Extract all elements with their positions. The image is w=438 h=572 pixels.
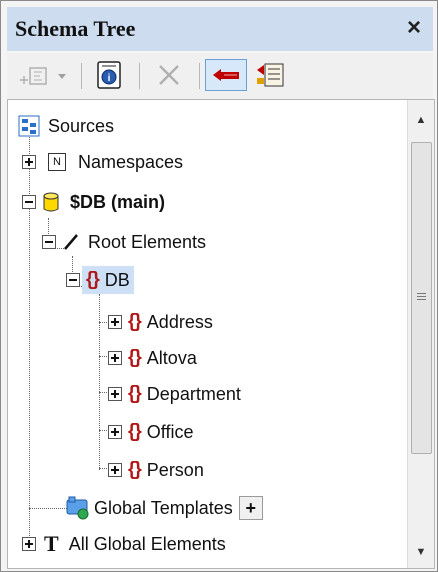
- add-global-template-button[interactable]: +: [238, 496, 263, 520]
- add-element-icon: [20, 67, 66, 85]
- expand-icon[interactable]: [108, 315, 122, 329]
- tree-item-altova[interactable]: {} Altova: [108, 342, 197, 374]
- tree-item-label: Office: [146, 421, 194, 442]
- tree-item-global-templates[interactable]: Global Templates +: [66, 492, 263, 524]
- remove-button[interactable]: [149, 59, 189, 91]
- global-templates-icon: [66, 496, 89, 520]
- scroll-thumb[interactable]: [411, 142, 432, 454]
- toolbar-separator: [199, 63, 200, 89]
- type-t-icon: T: [44, 531, 59, 556]
- tree-item-person[interactable]: {} Person: [108, 454, 204, 486]
- tree-item-label: $DB (main): [70, 191, 166, 212]
- toolbar-separator: [81, 63, 82, 89]
- toolbar-separator: [139, 63, 140, 89]
- tree-item-address[interactable]: {} Address: [108, 306, 213, 338]
- tree-item-label: All Global Elements: [68, 533, 226, 554]
- tree-item-label: Address: [146, 311, 213, 332]
- vertical-scrollbar[interactable]: ▲ ▼: [407, 100, 434, 568]
- tree-connector: [99, 294, 100, 470]
- tree-connector: [29, 508, 67, 509]
- collapse-icon[interactable]: [22, 195, 36, 209]
- chevron-down-icon: [58, 74, 66, 79]
- tree-item-sources[interactable]: Sources: [18, 110, 114, 142]
- sort-tree-button[interactable]: [205, 59, 247, 91]
- tree-item-root-elements[interactable]: Root Elements: [42, 226, 206, 258]
- tree-item-label: Namespaces: [78, 151, 184, 172]
- list-options-button[interactable]: [251, 59, 291, 91]
- tree-item-office[interactable]: {} Office: [108, 416, 193, 448]
- delete-icon: [159, 65, 179, 85]
- element-icon: {}: [128, 421, 142, 442]
- schema-tree: Sources N Namespaces $DB (main) Root Ele…: [7, 99, 435, 569]
- sort-icon: [213, 69, 239, 81]
- tree-item-label: Person: [146, 459, 204, 480]
- tree-item-all-global-elements[interactable]: T All Global Elements: [22, 528, 226, 560]
- add-element-dropdown[interactable]: [13, 59, 75, 91]
- element-icon: {}: [128, 383, 142, 404]
- scroll-down-arrow[interactable]: ▼: [408, 540, 434, 564]
- element-icon: {}: [86, 269, 100, 290]
- tree-item-db-main[interactable]: $DB (main): [22, 186, 165, 218]
- expand-icon[interactable]: [108, 463, 122, 477]
- panel-title: Schema Tree: [15, 16, 136, 41]
- tree-item-label: Global Templates: [94, 497, 233, 518]
- toolbar: i: [7, 53, 433, 99]
- expand-icon[interactable]: [108, 351, 122, 365]
- element-icon: {}: [128, 347, 142, 368]
- expand-icon[interactable]: [22, 537, 36, 551]
- scroll-up-arrow[interactable]: ▲: [408, 108, 434, 132]
- tree-item-department[interactable]: {} Department: [108, 378, 241, 410]
- tree-item-label: Sources: [48, 115, 115, 136]
- expand-icon[interactable]: [108, 387, 122, 401]
- schema-info-icon: i: [97, 61, 121, 89]
- selected-node: {} DB: [82, 266, 134, 294]
- root-slash-icon: [64, 234, 78, 250]
- tree-item-label: Department: [146, 383, 241, 404]
- sources-icon: [18, 115, 40, 137]
- collapse-icon[interactable]: [66, 273, 80, 287]
- tree-item-namespaces[interactable]: N Namespaces: [22, 146, 183, 178]
- tree-item-label: Altova: [146, 347, 197, 368]
- list-icon: [257, 63, 284, 87]
- element-icon: {}: [128, 459, 142, 480]
- tree-item-label: Root Elements: [88, 231, 207, 252]
- tree-item-label: DB: [104, 269, 130, 290]
- schema-tree-panel: Schema Tree × i Sources N Namespaces $DB…: [0, 0, 438, 572]
- title-bar: Schema Tree ×: [7, 7, 433, 51]
- expand-icon[interactable]: [108, 425, 122, 439]
- expand-icon[interactable]: [22, 155, 36, 169]
- element-icon: {}: [128, 311, 142, 332]
- tree-item-db[interactable]: {} DB: [66, 264, 134, 296]
- collapse-icon[interactable]: [42, 235, 56, 249]
- namespace-icon: N: [48, 153, 66, 171]
- database-icon: [43, 192, 59, 212]
- schema-info-button[interactable]: i: [89, 59, 129, 91]
- svg-text:i: i: [108, 73, 111, 84]
- close-button[interactable]: ×: [401, 13, 427, 43]
